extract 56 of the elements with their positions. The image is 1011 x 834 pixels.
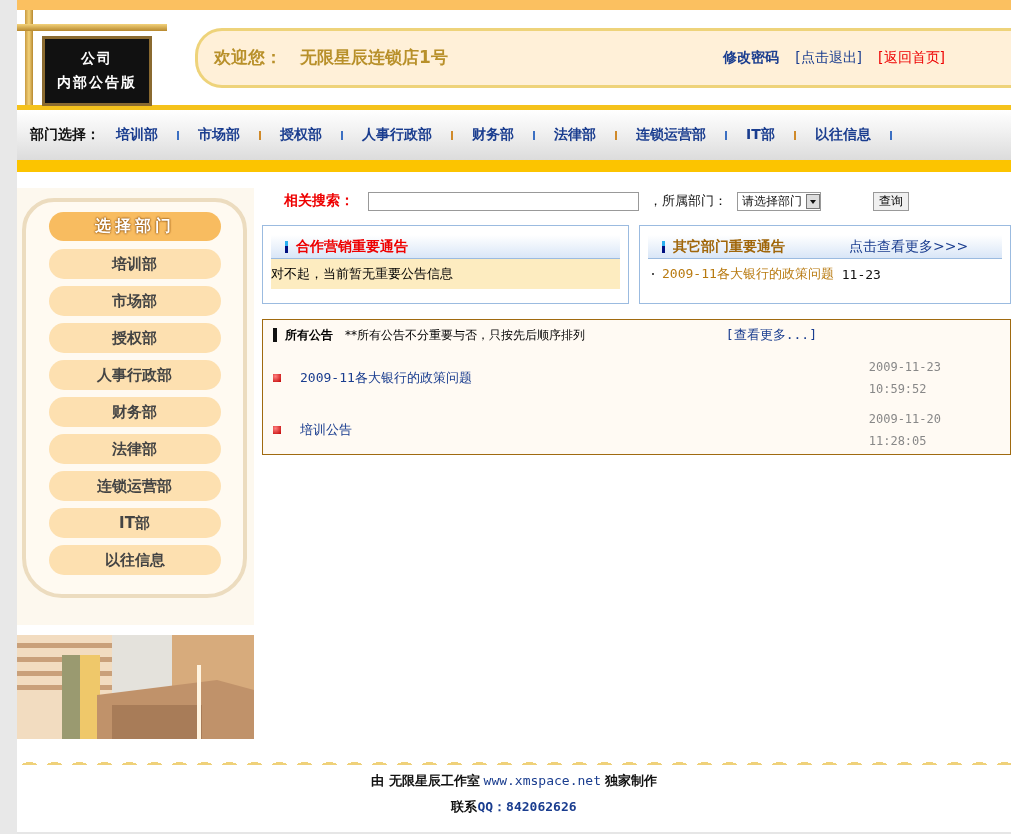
nav-link[interactable]: 以往信息 [814,126,871,144]
more-link[interactable]: [查看更多...] [725,326,817,344]
welcome-label: 欢迎您： [214,46,282,69]
nav-link[interactable]: 授权部 [280,126,322,144]
department-button[interactable]: 市场部 [48,286,221,316]
notice-date: 2009-11-20 [868,412,941,426]
department-button[interactable]: 连锁运营部 [48,471,221,501]
nav-link[interactable]: 法律部 [554,126,596,144]
department-button[interactable]: 法律部 [48,434,221,464]
nav-link[interactable]: 市场部 [198,126,240,144]
notice-date: 2009-11-23 [868,360,941,374]
panel-title: 所有公告 [285,326,333,344]
notice-link[interactable]: 培训公告 [300,421,352,439]
department-button[interactable]: 培训部 [48,249,221,279]
nav-link[interactable]: 人事行政部 [362,126,432,144]
search-button[interactable]: 查询 [873,191,909,211]
notice-link[interactable]: 2009-11各大银行的政策问题 [662,265,834,283]
sidebar-title: 选择部门 [48,212,221,241]
header-link[interactable]: 修改密码 [723,48,780,67]
empty-message: 对不起，当前暂无重要公告信息 [271,259,620,289]
nav-link[interactable]: 培训部 [116,126,158,144]
panel-title: 其它部门重要通告 [673,237,785,256]
title-marker-icon [285,240,288,253]
nav-link[interactable]: 财务部 [472,126,514,144]
nav-label: 部门选择： [30,126,100,144]
notice-link[interactable]: 2009-11各大银行的政策问题 [300,369,472,387]
department-button[interactable]: 以往信息 [48,545,221,575]
logo-text: 公司 [81,50,113,68]
website-link[interactable]: www.xmspace.net [483,773,601,788]
contact-label: 联系 [451,799,478,814]
bullet-icon [273,426,281,434]
title-marker-icon [662,240,665,253]
header-link[interactable]: [返回首页] [878,48,945,67]
more-link[interactable]: 点击查看更多>>> [849,237,969,256]
panel-title: 合作营销重要通告 [296,237,408,256]
title-marker-icon [273,328,277,342]
bullet-icon [273,374,281,382]
logo-text: 内部公告版 [57,74,137,92]
department-button[interactable]: 人事行政部 [48,360,221,390]
department-label: ，所属部门： [649,192,727,210]
search-field[interactable] [368,191,639,211]
search-label: 相关搜索： [284,192,354,210]
nav-link[interactable]: IT部 [746,126,775,144]
panel-note: **所有公告不分重要与否，只按先后顺序排列 [345,326,585,344]
credit-text: 由 无限星辰工作室 www.xmspace.net 独家制作 [370,772,658,790]
department-button[interactable]: 授权部 [48,323,221,353]
header-link[interactable]: [点击退出] [795,48,863,67]
contact-qq: QQ：842062626 [477,799,577,814]
department-button[interactable]: 财务部 [48,397,221,427]
notice-time: 10:59:52 [868,382,928,396]
department-dropdown[interactable]: 请选择部门 [737,191,821,211]
notice-time: 11:28:05 [868,434,928,448]
department-button[interactable]: IT部 [48,508,221,538]
notice-date: 11-23 [841,266,881,282]
store-name: 无限星辰连锁店1号 [300,46,448,69]
nav-link[interactable]: 连锁运营部 [636,126,706,144]
